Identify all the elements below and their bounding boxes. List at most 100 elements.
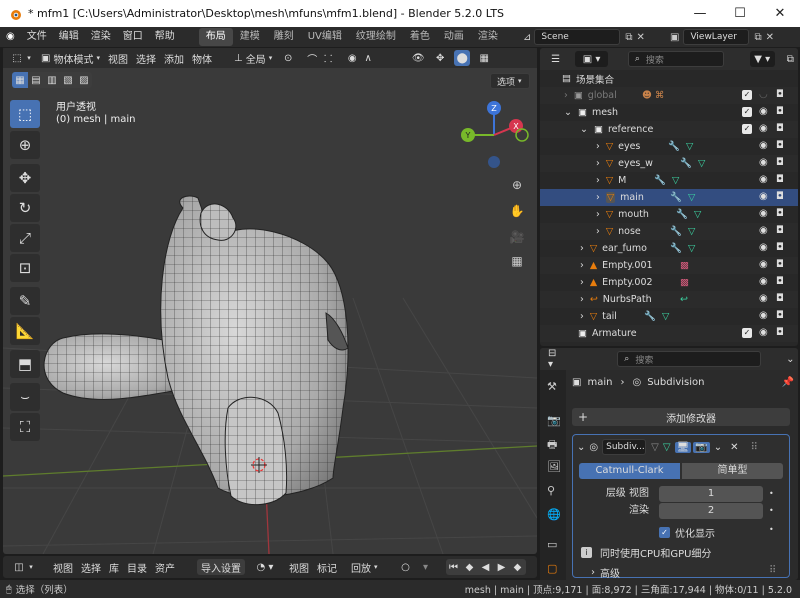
hide-eye-icon[interactable]: ◡ [759, 89, 768, 100]
visibility-icon[interactable]: 👁 [410, 50, 426, 66]
zoom-icon[interactable]: ⊕ [506, 174, 528, 196]
hide-eye-icon[interactable]: ◉ [759, 208, 768, 219]
render-camera-icon[interactable]: ◘ [776, 89, 784, 100]
curve-tool[interactable]: ⌣ [10, 383, 40, 411]
view-layer-tab-icon[interactable]: 🖼 [547, 460, 561, 473]
viewlayer-icon[interactable]: ▣ [670, 32, 679, 43]
render-camera-icon[interactable]: ◘ [776, 310, 784, 321]
outliner-row[interactable]: ▣ Armature ✓ ◉ ◘ [540, 325, 798, 342]
render-camera-icon[interactable]: ◘ [776, 123, 784, 134]
menu-help[interactable]: 帮助 [149, 27, 181, 47]
tab-animation[interactable]: 动画 [437, 28, 471, 46]
hide-eye-icon[interactable]: ◉ [759, 276, 768, 287]
hide-eye-icon[interactable]: ◉ [759, 225, 768, 236]
tab-texture-paint[interactable]: 纹理绘制 [349, 28, 403, 46]
checkbox-checked[interactable]: ✓ [659, 527, 670, 538]
record-icon[interactable]: ○ [398, 559, 414, 575]
drag-handle-icon[interactable]: ⠿ [769, 565, 776, 576]
hide-eye-icon[interactable]: ◉ [759, 310, 768, 321]
delete-viewlayer-icon[interactable]: ✕ [766, 32, 774, 43]
play-reverse-icon[interactable]: ◀ [478, 559, 494, 575]
measure-tool[interactable]: 📐 [10, 317, 40, 345]
timeline-menu-view[interactable]: 视图 [49, 559, 77, 575]
outliner-row[interactable]: › ▽ eyes_w 🔧 ▽ ◉ ◘ [540, 155, 798, 172]
prev-key-icon[interactable]: ◆ [462, 559, 478, 575]
keyframe-dot-icon[interactable]: • [769, 503, 774, 519]
jump-start-icon[interactable]: ⏮ [446, 559, 462, 575]
outliner-row[interactable]: › ▽ ear_fumo 🔧 ▽ ◉ ◘ [540, 240, 798, 257]
hide-eye-icon[interactable]: ◉ [759, 242, 768, 253]
expand-chevron-icon[interactable]: › [580, 260, 584, 271]
tab-layout[interactable]: 布局 [198, 28, 233, 46]
select-box-tool[interactable]: ⬚ [10, 100, 40, 128]
rotate-tool[interactable]: ↻ [10, 194, 40, 222]
hide-eye-icon[interactable]: ◉ [759, 174, 768, 185]
outliner-row[interactable]: › ▽ eyes 🔧 ▽ ◉ ◘ [540, 138, 798, 155]
render-camera-icon[interactable]: ◘ [776, 208, 784, 219]
hide-eye-icon[interactable]: ◉ [759, 123, 768, 134]
expand-chevron-icon[interactable]: › [596, 175, 600, 186]
render-camera-icon[interactable]: ◘ [776, 225, 784, 236]
catmull-clark-option[interactable]: Catmull-Clark [579, 463, 680, 479]
optimal-display-toggle[interactable]: ✓ 优化显示 [659, 525, 715, 540]
outliner-row[interactable]: › ▣ global ☻ ⌘ ✓ ◡ ◘ [540, 87, 798, 104]
realtime-display-icon[interactable]: 🖥 [674, 441, 692, 453]
scene-selector[interactable]: Scene [534, 29, 621, 45]
pin-icon[interactable]: 📌 [782, 377, 794, 388]
exclude-checkbox[interactable]: ✓ [742, 328, 752, 338]
dropdown-chevron-icon[interactable]: ⌄ [714, 442, 722, 453]
hide-eye-icon[interactable]: ◉ [759, 157, 768, 168]
render-camera-icon[interactable]: ◘ [776, 276, 784, 287]
expand-chevron-icon[interactable]: › [596, 192, 600, 203]
tab-uv-editing[interactable]: UV编辑 [301, 28, 349, 46]
hide-eye-icon[interactable]: ◉ [759, 140, 768, 151]
outliner-search-input[interactable]: ⌕ 搜索 [627, 51, 724, 67]
display-mode-icon[interactable]: ▣ ▾ [575, 51, 608, 67]
gizmo-toggle-icon[interactable]: ✥ [432, 50, 448, 66]
expand-chevron-icon[interactable]: › [580, 311, 584, 322]
camera-view-icon[interactable]: 🎥 [506, 226, 528, 248]
hide-eye-icon[interactable]: ◉ [759, 259, 768, 270]
menu-edit[interactable]: 编辑 [53, 27, 85, 47]
transform-orientation[interactable]: ⊥ 全局 ▾ [230, 50, 276, 66]
render-tab-icon[interactable]: 📷 [547, 414, 561, 427]
timeline-menu-catalog[interactable]: 目录 [123, 559, 151, 575]
properties-search-input[interactable]: ⌕ 搜索 [617, 351, 761, 367]
render-camera-icon[interactable]: ◘ [776, 293, 784, 304]
output-tab-icon[interactable]: 🖶 [547, 436, 557, 455]
outliner-row-selected[interactable]: › ▽ main 🔧 ▽ ◉ ◘ [540, 189, 798, 206]
tool-tab-icon[interactable]: ⚒ [547, 380, 557, 393]
menu-window[interactable]: 窗口 [117, 27, 149, 47]
blender-menu-icon[interactable]: ◉ [0, 27, 21, 47]
hide-eye-icon[interactable]: ◉ [759, 191, 768, 202]
transform-tool[interactable]: ⊡ [10, 254, 40, 282]
chevron-down-icon[interactable]: ⌄ [783, 351, 798, 367]
pan-hand-icon[interactable]: ✋ [506, 200, 528, 222]
timeline-menu-marker[interactable]: 标记 [313, 559, 341, 575]
cursor-tool[interactable]: ⊕ [10, 131, 40, 159]
drag-handle-icon[interactable]: ⠿ [750, 442, 757, 453]
expand-chevron-icon[interactable]: › [580, 277, 584, 288]
expand-chevron-icon[interactable]: › [596, 226, 600, 237]
snap-target-icon[interactable]: ⸬ [320, 50, 336, 66]
world-tab-icon[interactable]: 🌐 [547, 508, 561, 521]
outliner-row[interactable]: › ↩ NurbsPath ↩ ◉ ◘ [540, 291, 798, 308]
timeline-menu-view2[interactable]: 视图 [285, 559, 313, 575]
navigation-gizmo[interactable]: Z Y X [458, 95, 534, 175]
minimize-button[interactable]: — [680, 0, 720, 27]
expand-chevron-icon[interactable]: › [580, 243, 584, 254]
object-tab-icon[interactable]: ▢ [547, 562, 557, 575]
scale-tool[interactable]: ⤢ [10, 224, 40, 252]
simple-option[interactable]: 简单型 [682, 463, 783, 479]
advanced-subpanel[interactable]: › 高级 [591, 565, 620, 580]
collapse-chevron-icon[interactable]: ⌄ [577, 442, 585, 453]
hide-eye-icon[interactable]: ◉ [759, 327, 768, 338]
outliner-row[interactable]: › ▽ nose 🔧 ▽ ◉ ◘ [540, 223, 798, 240]
editor-type-icon[interactable]: ◫ [11, 559, 27, 575]
viewport-menu-view[interactable]: 视图 [104, 50, 132, 66]
proportional-edit-icon[interactable]: ◉ [344, 50, 360, 66]
menu-file[interactable]: 文件 [21, 27, 53, 47]
next-key-icon[interactable]: ◆ [510, 559, 526, 575]
render-camera-icon[interactable]: ◘ [776, 106, 784, 117]
exclude-checkbox[interactable]: ✓ [742, 107, 752, 117]
